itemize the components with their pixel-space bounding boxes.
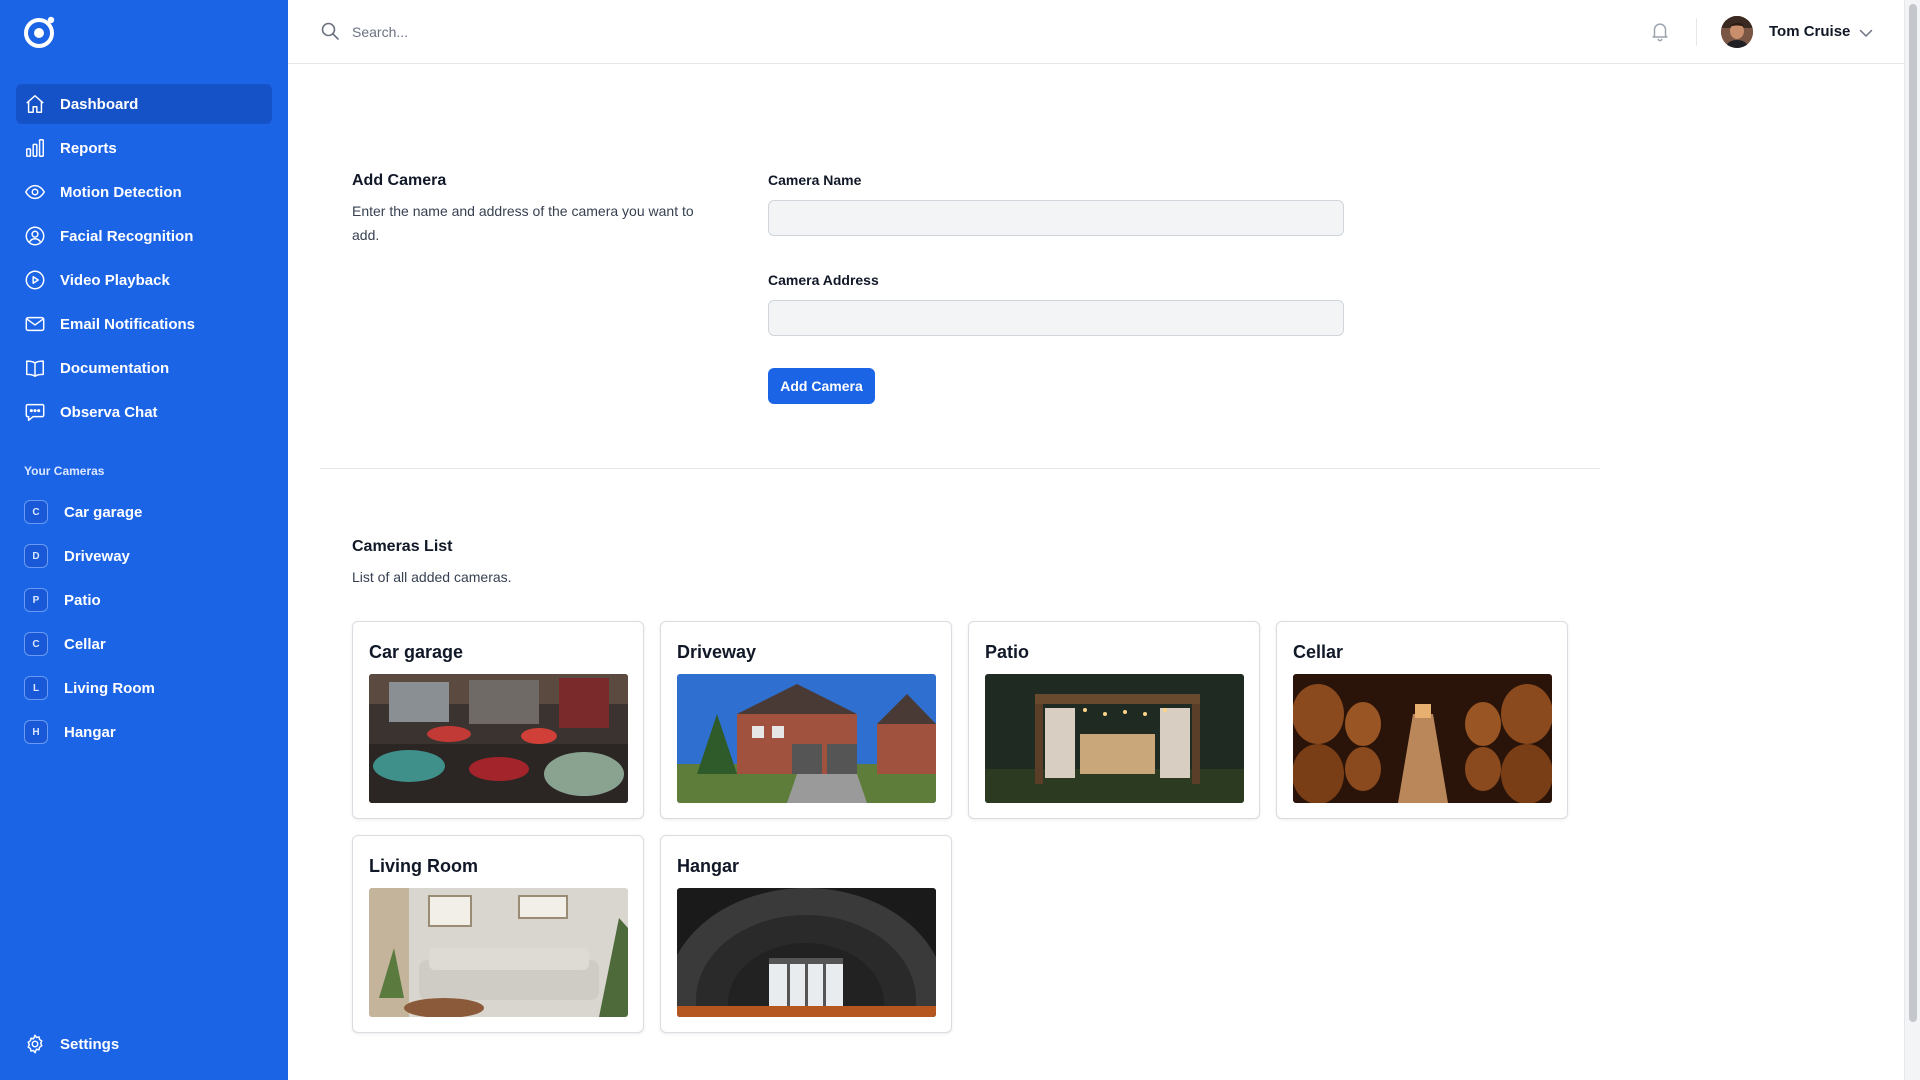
camera-card-car-garage[interactable]: Car garage: [352, 621, 644, 819]
patio-gazebo-photo: [985, 674, 1244, 803]
nav-label: Motion Detection: [60, 183, 182, 201]
living-room-photo: [369, 888, 628, 1017]
camera-card-living-room[interactable]: Living Room: [352, 835, 644, 1033]
home-icon: [24, 93, 46, 115]
camera-card-title: Hangar: [677, 856, 740, 876]
nav-item-dashboard[interactable]: Dashboard: [16, 84, 272, 124]
wine-cellar-photo: [1293, 674, 1552, 803]
topbar-divider: [1696, 18, 1697, 46]
camera-label: Driveway: [64, 547, 130, 565]
camera-address-input[interactable]: [768, 300, 1344, 336]
camera-label: Hangar: [64, 723, 116, 741]
camera-initial-badge: L: [24, 676, 48, 700]
nav-item-observa-chat[interactable]: Observa Chat: [16, 392, 272, 432]
main-nav: Dashboard Reports Motion Detection Facia…: [16, 84, 272, 436]
nav-label: Dashboard: [60, 95, 139, 113]
camera-card-title: Driveway: [677, 642, 757, 662]
camera-label: Cellar: [64, 635, 106, 653]
camera-initial-badge: C: [24, 632, 48, 656]
camera-name-label: Camera Name: [768, 172, 862, 188]
cameras-list-title: Cameras List: [352, 538, 453, 555]
camera-label: Patio: [64, 591, 101, 609]
sidebar: Dashboard Reports Motion Detection Facia…: [0, 0, 288, 1080]
camera-initial-badge: C: [24, 500, 48, 524]
camera-initial-badge: P: [24, 588, 48, 612]
camera-address-label: Camera Address: [768, 272, 879, 288]
book-icon: [24, 357, 46, 379]
camera-label: Living Room: [64, 679, 155, 697]
sidebar-camera-car-garage[interactable]: C Car garage: [16, 492, 272, 532]
envelope-icon: [24, 313, 46, 335]
your-cameras-heading: Your Cameras: [24, 464, 105, 478]
nav-item-motion-detection[interactable]: Motion Detection: [16, 172, 272, 212]
add-camera-description: Enter the name and address of the camera…: [352, 203, 694, 243]
nav-item-settings[interactable]: Settings: [16, 1024, 272, 1064]
avatar[interactable]: [1721, 16, 1753, 48]
add-camera-button[interactable]: Add Camera: [768, 368, 875, 404]
nav-label: Reports: [60, 139, 117, 157]
search-icon: [320, 21, 340, 41]
nav-item-video-playback[interactable]: Video Playback: [16, 260, 272, 300]
sidebar-camera-driveway[interactable]: D Driveway: [16, 536, 272, 576]
camera-card-hangar[interactable]: Hangar: [660, 835, 952, 1033]
camera-name-input[interactable]: [768, 200, 1344, 236]
nav-item-documentation[interactable]: Documentation: [16, 348, 272, 388]
nav-item-email-notifications[interactable]: Email Notifications: [16, 304, 272, 344]
camera-card-cellar[interactable]: Cellar: [1276, 621, 1568, 819]
camera-card-title: Patio: [985, 642, 1030, 662]
nav-item-reports[interactable]: Reports: [16, 128, 272, 168]
add-camera-title: Add Camera: [352, 172, 447, 189]
observa-logo-icon[interactable]: [22, 14, 58, 50]
bell-icon[interactable]: [1649, 20, 1671, 42]
play-circle-icon: [24, 269, 46, 291]
chevron-down-icon[interactable]: [1857, 24, 1875, 42]
camera-card-driveway[interactable]: Driveway: [660, 621, 952, 819]
settings-area: Settings: [16, 1024, 272, 1068]
camera-card-title: Living Room: [369, 856, 478, 876]
top-bar: Tom Cruise: [288, 0, 1904, 64]
eye-icon: [24, 181, 46, 203]
sidebar-camera-cellar[interactable]: C Cellar: [16, 624, 272, 664]
cameras-list-description: List of all added cameras.: [352, 569, 512, 585]
nav-label: Observa Chat: [60, 403, 158, 421]
bar-chart-icon: [24, 137, 46, 159]
camera-initial-badge: D: [24, 544, 48, 568]
sidebar-camera-living-room[interactable]: L Living Room: [16, 668, 272, 708]
section-divider: [320, 468, 1600, 469]
nav-label: Facial Recognition: [60, 227, 194, 245]
camera-label: Car garage: [64, 503, 143, 521]
hangar-tunnel-photo: [677, 888, 936, 1017]
scrollbar-thumb[interactable]: [1909, 4, 1917, 1022]
camera-nav: C Car garage D Driveway P Patio C Cellar…: [16, 492, 272, 756]
sidebar-camera-hangar[interactable]: H Hangar: [16, 712, 272, 752]
camera-card-title: Car garage: [369, 642, 464, 662]
camera-card-title: Cellar: [1293, 642, 1344, 662]
user-menu-name[interactable]: Tom Cruise: [1769, 23, 1850, 40]
camera-card-patio[interactable]: Patio: [968, 621, 1260, 819]
camera-initial-badge: H: [24, 720, 48, 744]
nav-label: Documentation: [60, 359, 170, 377]
user-circle-icon: [24, 225, 46, 247]
nav-item-facial-recognition[interactable]: Facial Recognition: [16, 216, 272, 256]
nav-label: Email Notifications: [60, 315, 196, 333]
search-input[interactable]: [350, 18, 950, 46]
nav-label: Settings: [60, 1035, 120, 1053]
nav-label: Video Playback: [60, 271, 170, 289]
sidebar-camera-patio[interactable]: P Patio: [16, 580, 272, 620]
driveway-house-photo: [677, 674, 936, 803]
car-garage-photo: [369, 674, 628, 803]
page-scrollbar[interactable]: [1904, 0, 1920, 1080]
gear-icon: [24, 1033, 46, 1055]
chat-bubble-icon: [24, 401, 46, 423]
